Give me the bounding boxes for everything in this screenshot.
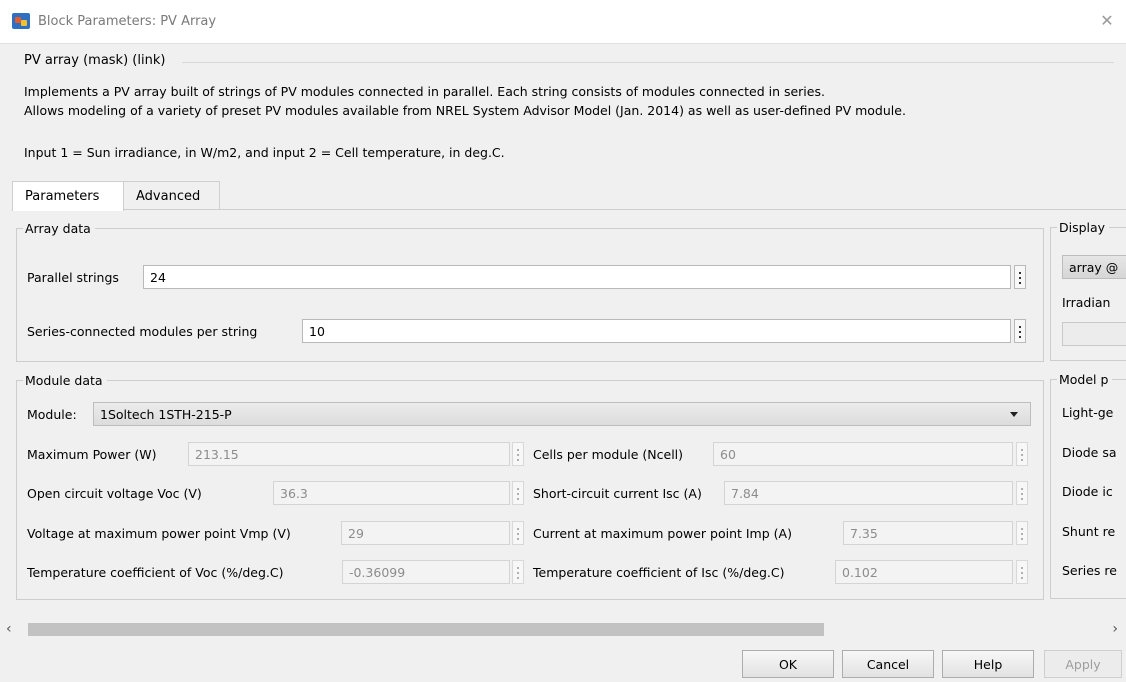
model-param-label: Diode sa — [1062, 445, 1117, 460]
voc-label: Open circuit voltage Voc (V) — [27, 486, 202, 501]
scroll-right-icon[interactable]: › — [1112, 621, 1118, 637]
chevron-down-icon — [1010, 412, 1018, 417]
model-param-label: Light-ge — [1062, 405, 1114, 420]
group-title: Array data — [23, 221, 95, 236]
ok-button[interactable]: OK — [742, 650, 834, 678]
series-modules-label: Series-connected modules per string — [27, 324, 258, 339]
model-param-label: Shunt re — [1062, 524, 1116, 539]
display-select[interactable]: array @ — [1062, 255, 1126, 279]
close-icon[interactable]: ✕ — [1096, 10, 1118, 32]
help-button[interactable]: Help — [942, 650, 1034, 678]
parameter-menu-icon — [512, 560, 524, 584]
module-data-group: Module data Module: 1Soltech 1STH-215-P … — [16, 373, 1044, 600]
cells-per-module-label: Cells per module (Ncell) — [533, 447, 684, 462]
mask-type-label: PV array (mask) (link) — [24, 53, 166, 68]
right-panel-clipped: Display array @ Irradian Model p Light-g… — [1050, 209, 1126, 609]
array-data-group: Array data Parallel strings 24 Series-co… — [16, 221, 1044, 362]
imp-field: 7.35 — [843, 521, 1013, 545]
cancel-button[interactable]: Cancel — [842, 650, 934, 678]
parameter-menu-icon — [512, 521, 524, 545]
simulink-block-icon — [12, 13, 30, 29]
module-label: Module: — [27, 407, 77, 422]
apply-button[interactable]: Apply — [1044, 650, 1122, 678]
title-bar: Block Parameters: PV Array ✕ — [0, 0, 1126, 44]
parameter-menu-icon — [1016, 560, 1028, 584]
tab-panel-parameters: Array data Parallel strings 24 Series-co… — [12, 209, 1126, 609]
temp-coef-isc-label: Temperature coefficient of Isc (%/deg.C) — [533, 565, 785, 580]
isc-field: 7.84 — [724, 481, 1013, 505]
horizontal-scrollbar[interactable]: ‹ › — [0, 618, 1126, 640]
irradiance-label: Irradian — [1062, 295, 1111, 310]
tab-advanced[interactable]: Advanced — [123, 181, 220, 210]
description-line: Implements a PV array built of strings o… — [24, 84, 825, 99]
isc-label: Short-circuit current Isc (A) — [533, 486, 702, 501]
model-param-label: Diode ic — [1062, 484, 1113, 499]
module-select-value: 1Soltech 1STH-215-P — [100, 407, 232, 422]
group-title: Module data — [23, 373, 107, 388]
parameter-menu-icon[interactable] — [1014, 265, 1026, 289]
max-power-field: 213.15 — [188, 442, 510, 466]
parameter-menu-icon — [512, 481, 524, 505]
window-title: Block Parameters: PV Array — [38, 14, 217, 29]
parallel-strings-input[interactable]: 24 — [143, 265, 1011, 289]
vmp-label: Voltage at maximum power point Vmp (V) — [27, 526, 291, 541]
imp-label: Current at maximum power point Imp (A) — [533, 526, 792, 541]
tab-parameters[interactable]: Parameters — [12, 181, 124, 211]
max-power-label: Maximum Power (W) — [27, 447, 157, 462]
group-title: Display — [1057, 220, 1110, 235]
temp-coef-isc-field: 0.102 — [835, 560, 1013, 584]
cells-per-module-field: 60 — [713, 442, 1013, 466]
vmp-field: 29 — [341, 521, 510, 545]
header-divider — [182, 62, 1114, 63]
description-line: Allows modeling of a variety of preset P… — [24, 103, 906, 118]
parameter-menu-icon — [512, 442, 524, 466]
parameter-menu-icon[interactable] — [1014, 319, 1026, 343]
series-modules-input[interactable]: 10 — [302, 319, 1011, 343]
parameter-menu-icon — [1016, 481, 1028, 505]
model-param-label: Series re — [1062, 563, 1117, 578]
temp-coef-voc-field: -0.36099 — [342, 560, 510, 584]
parallel-strings-label: Parallel strings — [27, 270, 119, 285]
description-line: Input 1 = Sun irradiance, in W/m2, and i… — [24, 145, 505, 160]
temp-coef-voc-label: Temperature coefficient of Voc (%/deg.C) — [27, 565, 284, 580]
irradiance-input[interactable] — [1062, 322, 1126, 346]
mask-description: Implements a PV array built of strings o… — [24, 82, 906, 120]
scrollbar-thumb[interactable] — [28, 623, 824, 636]
parameter-menu-icon — [1016, 442, 1028, 466]
voc-field: 36.3 — [273, 481, 510, 505]
group-title: Model p — [1057, 372, 1113, 387]
scroll-left-icon[interactable]: ‹ — [6, 621, 12, 637]
module-select[interactable]: 1Soltech 1STH-215-P — [93, 402, 1031, 426]
parameter-menu-icon — [1016, 521, 1028, 545]
